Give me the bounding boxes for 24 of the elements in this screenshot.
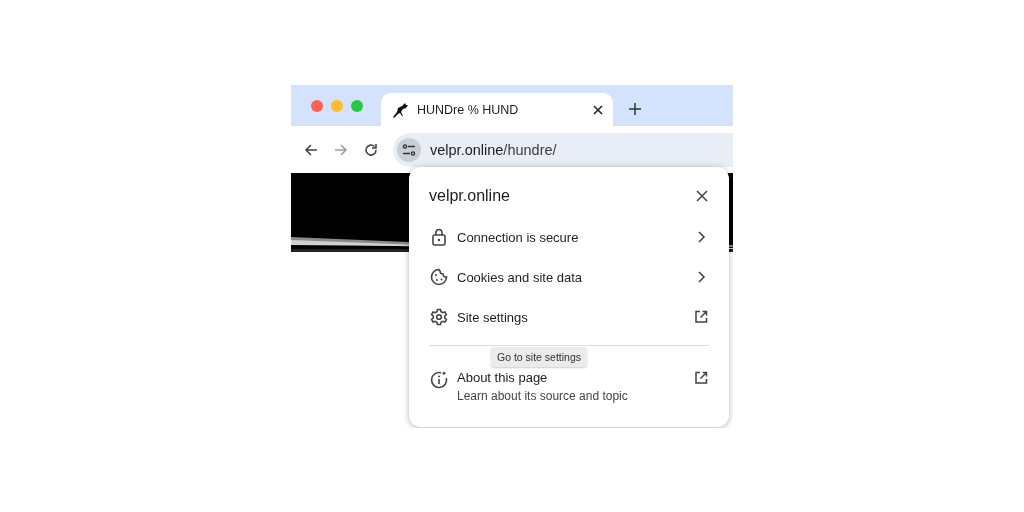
about-page-link[interactable]: About this page	[457, 370, 548, 385]
close-icon[interactable]	[695, 189, 709, 203]
reload-icon[interactable]	[363, 141, 379, 158]
popup-title: velpr.online	[429, 187, 510, 205]
tooltip: Go to site settings	[491, 347, 588, 367]
url-host: velpr.online	[430, 141, 504, 158]
close-icon[interactable]	[593, 104, 603, 115]
menu-item[interactable]: Connection is secure	[429, 217, 709, 257]
settings-icon	[430, 308, 448, 326]
external-link-icon	[693, 309, 709, 325]
info-icon	[429, 370, 449, 390]
menu-item[interactable]: Site settings	[429, 297, 709, 337]
about-description: Learn about its source and topic	[457, 389, 629, 403]
lock-icon	[432, 228, 446, 246]
cookie-icon	[430, 268, 448, 286]
address-bar[interactable]: velpr.online/hundre/	[393, 132, 733, 167]
new-tab-icon[interactable]	[627, 101, 643, 117]
back-icon[interactable]	[303, 141, 319, 158]
url-path: /hundre/	[503, 141, 557, 158]
tune-icon	[402, 142, 416, 157]
browser-tab[interactable]: HUNDre % HUND	[381, 93, 613, 126]
site-info-button[interactable]	[397, 137, 421, 162]
external-link-icon	[693, 370, 709, 386]
menu-item[interactable]: Cookies and site data	[429, 257, 709, 297]
